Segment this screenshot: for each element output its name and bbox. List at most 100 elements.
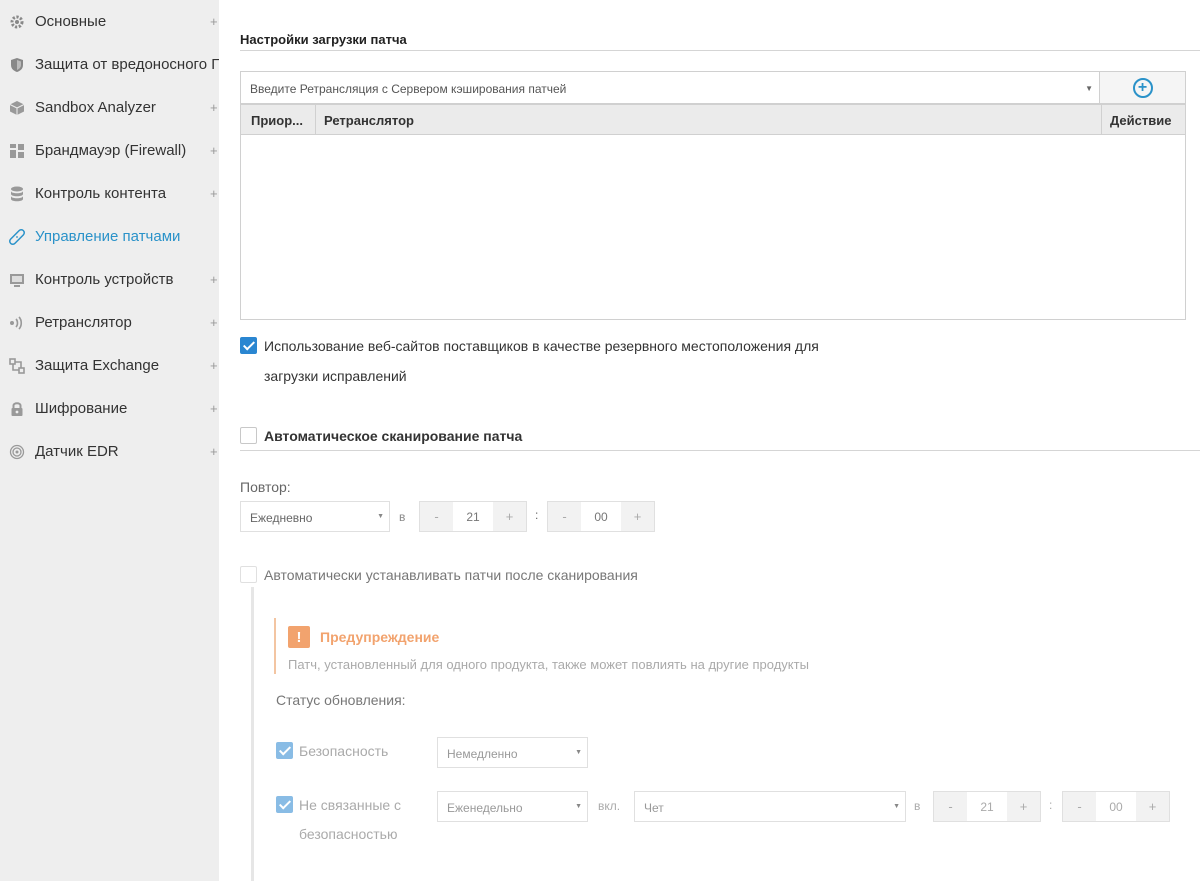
auto-install-checkbox[interactable]: [240, 566, 257, 583]
sidebar-item-label: Шифрование: [35, 400, 128, 417]
expand-icon[interactable]: +: [210, 315, 218, 330]
caret-down-icon: ▼: [575, 749, 582, 756]
caret-down-icon: ▼: [893, 803, 900, 810]
divider: [240, 50, 1200, 51]
column-header-relay[interactable]: Ретранслятор: [324, 113, 414, 128]
decrement-button[interactable]: -: [1063, 792, 1096, 821]
indent-bar: [251, 587, 254, 881]
hour-value[interactable]: 21: [967, 792, 1007, 821]
minute-stepper[interactable]: - 00 +: [547, 501, 655, 532]
sensor-icon: [8, 443, 26, 461]
non-security-schedule-value: Еженедельно: [447, 801, 523, 815]
warning-title: Предупреждение: [320, 629, 440, 645]
expand-icon[interactable]: +: [210, 272, 218, 287]
relay-table: Приор... Ретранслятор Действие: [240, 104, 1186, 320]
decrement-button[interactable]: -: [934, 792, 967, 821]
main-panel: Настройки загрузки патча Введите Ретранс…: [219, 0, 1200, 881]
non-security-hour-stepper[interactable]: - 21 +: [933, 791, 1041, 822]
cube-icon: [8, 99, 26, 117]
sidebar-item-encryption[interactable]: Шифрование +: [0, 387, 219, 430]
auto-install-label: Автоматически устанавливать патчи после …: [264, 567, 638, 583]
at-label: в: [399, 510, 406, 524]
security-checkbox[interactable]: [276, 742, 293, 759]
on-label: вкл.: [598, 799, 621, 813]
add-relay-button[interactable]: +: [1100, 71, 1186, 104]
increment-button[interactable]: +: [493, 502, 526, 531]
hour-stepper[interactable]: - 21 +: [419, 501, 527, 532]
warning-text: Патч, установленный для одного продукта,…: [288, 657, 809, 672]
gear-icon: [8, 13, 26, 31]
bandage-icon: [8, 228, 26, 246]
sidebar-item-label: Датчик EDR: [35, 443, 119, 460]
day-value: Чет: [644, 801, 664, 815]
decrement-button[interactable]: -: [548, 502, 581, 531]
security-label: Безопасность: [299, 743, 389, 759]
sidebar-item-device-control[interactable]: Контроль устройств +: [0, 258, 219, 301]
sidebar-item-label: Ретранслятор: [35, 314, 132, 331]
sidebar-item-general[interactable]: Основные +: [0, 0, 219, 43]
expand-icon[interactable]: +: [210, 100, 218, 115]
non-security-minute-stepper[interactable]: - 00 +: [1062, 791, 1170, 822]
minute-value[interactable]: 00: [1096, 792, 1136, 821]
expand-icon[interactable]: +: [210, 143, 218, 158]
update-status-label: Статус обновления:: [276, 692, 406, 708]
sidebar-item-relay[interactable]: Ретранслятор +: [0, 301, 219, 344]
security-schedule-select[interactable]: Немедленно ▼: [437, 737, 588, 768]
non-security-checkbox[interactable]: [276, 796, 293, 813]
sidebar-item-label: Sandbox Analyzer: [35, 99, 156, 116]
vendor-fallback-checkbox[interactable]: [240, 337, 257, 354]
relay-select-placeholder: Введите Ретрансляция с Сервером кэширова…: [250, 82, 567, 96]
shield-icon: [8, 56, 26, 74]
at-label: в: [914, 799, 921, 813]
database-icon: [8, 185, 26, 203]
expand-icon[interactable]: +: [210, 14, 218, 29]
increment-button[interactable]: +: [1136, 792, 1169, 821]
repeat-value: Ежедневно: [250, 511, 313, 525]
time-separator: :: [535, 508, 539, 522]
non-security-label-cont: безопасностью: [299, 826, 398, 842]
sidebar-item-edr-sensor[interactable]: Датчик EDR +: [0, 430, 219, 473]
sidebar-item-antimalware[interactable]: Защита от вредоносного ПО: [0, 43, 219, 86]
exchange-icon: [8, 357, 26, 375]
expand-icon[interactable]: +: [210, 358, 218, 373]
sidebar-item-label: Контроль устройств: [35, 271, 174, 288]
repeat-select[interactable]: Ежедневно ▼: [240, 501, 390, 532]
hour-value[interactable]: 21: [453, 502, 493, 531]
sidebar-item-exchange[interactable]: Защита Exchange +: [0, 344, 219, 387]
expand-icon[interactable]: +: [210, 401, 218, 416]
caret-down-icon: ▼: [377, 513, 384, 520]
sidebar-item-label: Защита от вредоносного ПО: [35, 56, 219, 73]
decrement-button[interactable]: -: [420, 502, 453, 531]
non-security-label: Не связанные с: [299, 797, 402, 813]
increment-button[interactable]: +: [1007, 792, 1040, 821]
non-security-schedule-select[interactable]: Еженедельно ▼: [437, 791, 588, 822]
caret-down-icon: ▼: [575, 803, 582, 810]
sidebar-item-firewall[interactable]: Брандмауэр (Firewall) +: [0, 129, 219, 172]
caret-down-icon: ▼: [1085, 84, 1093, 93]
section-title: Настройки загрузки патча: [240, 32, 407, 47]
security-schedule-value: Немедленно: [447, 747, 518, 761]
repeat-label: Повтор:: [240, 479, 291, 495]
vendor-fallback-label-cont: загрузки исправлений: [264, 368, 407, 384]
sidebar-item-patch-management[interactable]: Управление патчами: [0, 215, 219, 258]
column-header-priority[interactable]: Приор...: [251, 113, 303, 128]
expand-icon[interactable]: +: [210, 186, 218, 201]
table-header: Приор... Ретранслятор Действие: [241, 105, 1185, 135]
sidebar-item-label: Защита Exchange: [35, 357, 160, 374]
broadcast-icon: [8, 314, 26, 332]
column-header-action[interactable]: Действие: [1110, 113, 1171, 128]
plus-circle-icon: +: [1132, 77, 1153, 98]
increment-button[interactable]: +: [621, 502, 654, 531]
expand-icon[interactable]: +: [210, 444, 218, 459]
day-select[interactable]: Чет ▼: [634, 791, 906, 822]
divider: [240, 450, 1200, 451]
sidebar-item-sandbox[interactable]: Sandbox Analyzer +: [0, 86, 219, 129]
lock-icon: [8, 400, 26, 418]
sidebar-item-content-control[interactable]: Контроль контента +: [0, 172, 219, 215]
vendor-fallback-label: Использование веб-сайтов поставщиков в к…: [264, 338, 819, 354]
auto-scan-checkbox[interactable]: [240, 427, 257, 444]
column-divider: [315, 105, 316, 135]
column-divider: [1101, 105, 1102, 135]
relay-select-input[interactable]: Введите Ретрансляция с Сервером кэширова…: [240, 71, 1100, 104]
minute-value[interactable]: 00: [581, 502, 621, 531]
